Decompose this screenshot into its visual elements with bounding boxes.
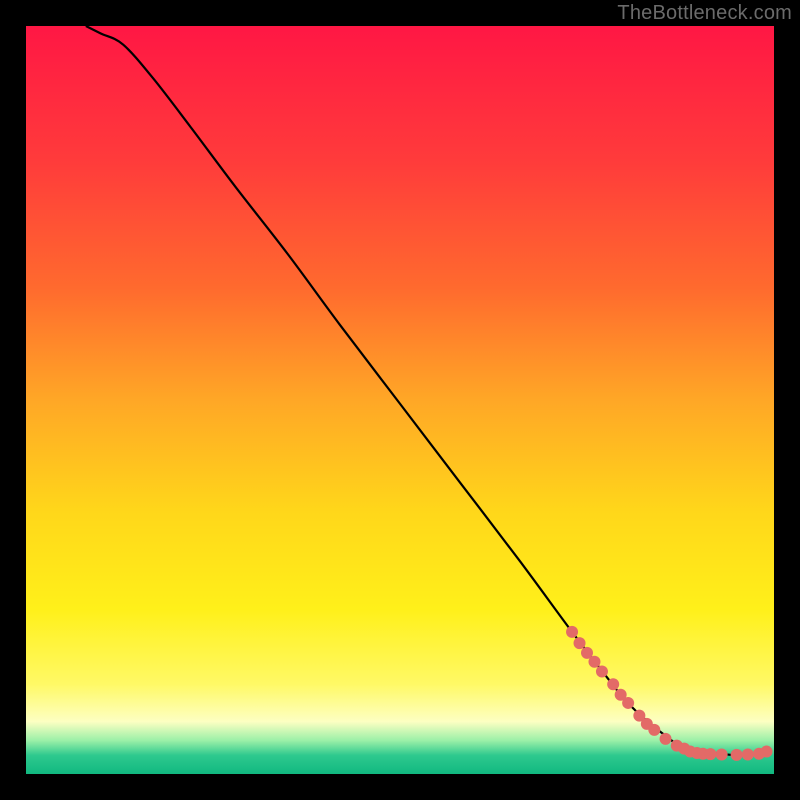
data-marker [660,733,672,745]
chart-svg [26,26,774,774]
data-marker [742,749,754,761]
bottleneck-chart [26,26,774,774]
data-marker [716,749,728,761]
data-marker [731,749,743,761]
data-marker [648,724,660,736]
data-marker [622,697,634,709]
data-marker [574,637,586,649]
gradient-background [26,26,774,774]
data-marker [607,678,619,690]
data-marker [588,656,600,668]
data-marker [761,746,773,758]
data-marker [704,748,716,760]
watermark-label: TheBottleneck.com [617,2,792,25]
chart-frame: TheBottleneck.com [0,0,800,800]
data-marker [566,626,578,638]
data-marker [596,666,608,678]
